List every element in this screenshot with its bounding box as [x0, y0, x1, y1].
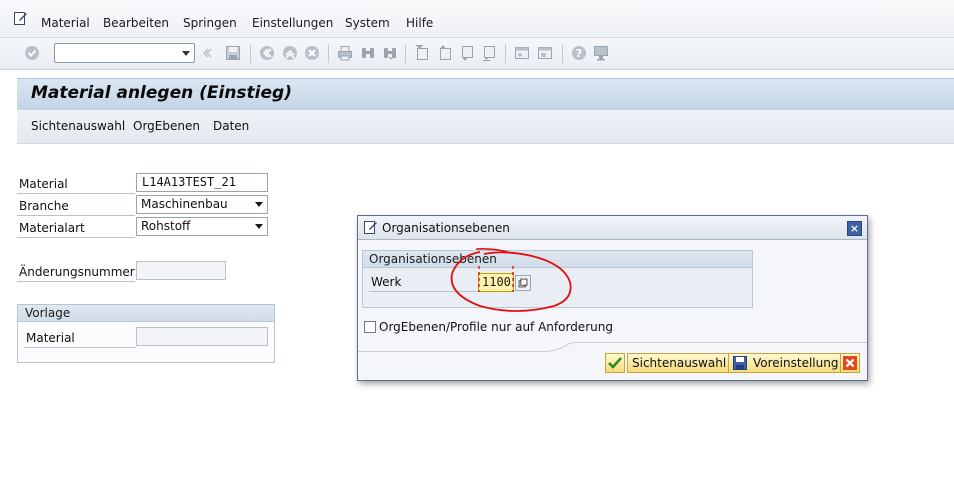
label-underline	[17, 193, 135, 194]
voreinstellung-button[interactable]: Voreinstellung	[728, 353, 844, 373]
back-icon[interactable]	[259, 45, 275, 61]
dialog-menu-icon[interactable]	[364, 221, 378, 234]
enter-icon[interactable]	[24, 45, 40, 61]
dialog-button-area-divider	[358, 342, 867, 352]
command-field[interactable]	[54, 43, 195, 63]
help-icon[interactable]: ?	[571, 45, 587, 61]
save-icon[interactable]	[225, 45, 241, 61]
menu-bar: Material Bearbeiten Springen Einstellung…	[0, 0, 954, 38]
aenderungsnummer-label: Änderungsnummer	[19, 265, 135, 279]
vorlage-group: Vorlage Material	[17, 304, 275, 363]
orgebenen-group: Organisationsebenen Werk	[362, 250, 753, 308]
print-icon[interactable]	[337, 45, 353, 61]
close-icon[interactable]: ×	[847, 221, 862, 236]
toolbar-divider	[505, 44, 506, 63]
daten-button[interactable]: Daten	[213, 119, 249, 133]
menu-material[interactable]: Material	[41, 16, 90, 30]
orgebenen-checkbox[interactable]	[364, 321, 376, 333]
checkmark-icon	[608, 357, 622, 369]
voreinstellung-label: Voreinstellung	[753, 356, 839, 370]
value-help-icon[interactable]	[515, 275, 531, 291]
first-page-icon[interactable]	[414, 45, 430, 61]
dialog-title-bar: Organisationsebenen ×	[358, 216, 867, 240]
cancel-button[interactable]	[840, 353, 860, 373]
app-menu-icon[interactable]	[14, 12, 28, 25]
menu-hilfe[interactable]: Hilfe	[406, 16, 433, 30]
layout-icon[interactable]	[593, 45, 609, 61]
find-next-icon[interactable]	[382, 45, 398, 61]
orgebenen-button[interactable]: OrgEbenen	[133, 119, 200, 133]
sichtenauswahl-dialog-button[interactable]: Sichtenauswahl	[627, 353, 732, 373]
chevron-down-icon[interactable]	[255, 224, 263, 229]
cancel-icon[interactable]	[304, 45, 320, 61]
shortcut-icon[interactable]	[537, 45, 553, 61]
chevron-down-icon[interactable]	[255, 202, 263, 207]
vorlage-group-header: Vorlage	[18, 305, 274, 322]
page-title: Material anlegen (Einstieg)	[31, 83, 292, 103]
label-underline	[24, 347, 136, 348]
werk-label: Werk	[371, 275, 402, 289]
find-icon[interactable]	[360, 45, 376, 61]
toolbar-divider	[405, 44, 406, 63]
vorlage-material-input[interactable]	[136, 327, 268, 346]
sichtenauswahl-button[interactable]: Sichtenauswahl	[31, 119, 125, 133]
branche-dropdown[interactable]: Maschinenbau	[136, 195, 268, 214]
organisationsebenen-dialog: Organisationsebenen × Organisationsebene…	[357, 215, 868, 381]
next-page-icon[interactable]	[459, 45, 475, 61]
last-page-icon[interactable]	[481, 45, 497, 61]
materialart-label: Materialart	[19, 221, 85, 235]
exit-icon[interactable]	[282, 45, 298, 61]
label-underline	[17, 281, 135, 282]
branche-label: Branche	[19, 199, 69, 213]
save-icon	[733, 356, 747, 370]
material-input[interactable]: L14A13TEST_21	[136, 173, 268, 192]
application-toolbar: Sichtenauswahl OrgEbenen Daten	[17, 110, 954, 144]
materialart-dropdown[interactable]: Rohstoff	[136, 217, 268, 236]
label-underline	[17, 215, 135, 216]
menu-bearbeiten[interactable]: Bearbeiten	[103, 16, 169, 30]
svg-text:?: ?	[576, 47, 582, 60]
chevron-down-icon[interactable]	[182, 51, 190, 56]
cancel-icon	[843, 356, 857, 370]
vorlage-material-label: Material	[26, 331, 75, 345]
label-underline	[369, 291, 477, 292]
previous-page-icon[interactable]	[437, 45, 453, 61]
double-left-arrow-icon	[202, 48, 212, 58]
menu-system[interactable]: System	[345, 16, 390, 30]
create-session-icon[interactable]	[514, 45, 530, 61]
menu-einstellungen[interactable]: Einstellungen	[252, 16, 333, 30]
menu-springen[interactable]: Springen	[183, 16, 237, 30]
material-label: Material	[19, 177, 68, 191]
screen-title-bar: Material anlegen (Einstieg)	[17, 78, 954, 110]
confirm-button[interactable]	[605, 353, 625, 373]
branche-value: Maschinenbau	[141, 197, 228, 211]
toolbar-divider	[328, 44, 329, 63]
orgebenen-checkbox-label: OrgEbenen/Profile nur auf Anforderung	[379, 320, 613, 334]
toolbar-divider	[250, 44, 251, 63]
dialog-title: Organisationsebenen	[382, 221, 510, 235]
orgebenen-group-header: Organisationsebenen	[363, 251, 752, 268]
label-underline	[17, 237, 135, 238]
standard-toolbar: ?	[0, 38, 954, 70]
toolbar-divider	[562, 44, 563, 63]
materialart-value: Rohstoff	[141, 219, 191, 233]
aenderungsnummer-input[interactable]	[136, 261, 226, 280]
werk-input[interactable]: 1100	[478, 273, 514, 292]
